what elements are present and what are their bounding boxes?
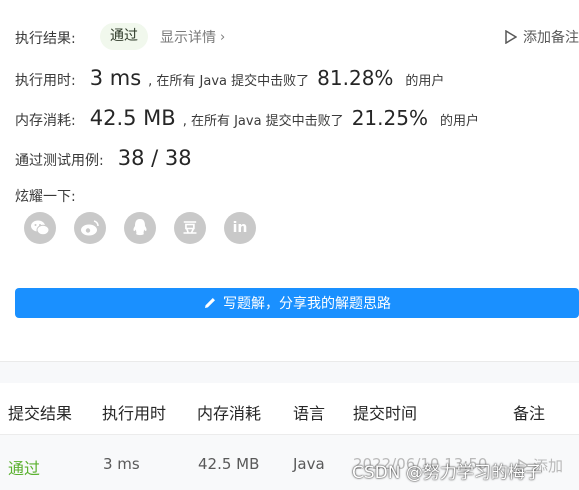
memory-row: 内存消耗: 42.5 MB , 在所有 Java 提交中击败了 21.25% 的… (15, 106, 479, 130)
row-language: Java (293, 455, 325, 473)
tests-row: 通过测试用例: 38 / 38 (15, 146, 199, 170)
memory-label: 内存消耗: (15, 113, 76, 129)
add-note-button[interactable]: 添加备注 (505, 27, 579, 47)
runtime-mid-text: , 在所有 Java 提交中击败了 (148, 74, 310, 89)
add-note-label: 添加备注 (523, 30, 579, 46)
header-memory: 内存消耗 (197, 404, 262, 423)
memory-tail-text: 的用户 (439, 114, 479, 129)
table-header: 提交结果 执行用时 内存消耗 语言 提交时间 备注 (0, 383, 579, 435)
memory-value: 42.5 MB (89, 106, 176, 130)
status-row: 执行结果: (15, 28, 76, 48)
header-time: 提交时间 (353, 404, 418, 423)
status-badge: 通过 (100, 23, 148, 50)
linkedin-icon[interactable]: in (224, 212, 256, 244)
row-runtime: 3 ms (103, 455, 140, 473)
weibo-icon[interactable] (74, 212, 106, 244)
chevron-right-icon: › (220, 29, 226, 45)
pencil-icon (205, 298, 215, 308)
share-title: 炫耀一下: (15, 189, 76, 205)
show-details-link[interactable]: 显示详情 › (160, 27, 225, 47)
result-card: 执行结果: 通过 显示详情 › 添加备注 执行用时: 3 ms , 在所有 Ja… (0, 0, 579, 362)
memory-percent: 21.25% (351, 106, 428, 130)
tests-value: 38 / 38 (117, 146, 192, 170)
header-result: 提交结果 (8, 404, 73, 423)
row-memory: 42.5 MB (198, 455, 260, 473)
watermark: CSDN @努力学习的梅子 (352, 463, 542, 483)
header-runtime: 执行用时 (102, 404, 167, 423)
share-icons: 豆 in (24, 212, 274, 244)
write-solution-button[interactable]: 写题解，分享我的解题思路 (15, 288, 579, 318)
douban-icon[interactable]: 豆 (174, 212, 206, 244)
header-note: 备注 (513, 404, 546, 423)
row-result[interactable]: 通过 (8, 455, 40, 479)
runtime-row: 执行用时: 3 ms , 在所有 Java 提交中击败了 81.28% 的用户 (15, 66, 444, 90)
write-solution-label: 写题解，分享我的解题思路 (223, 296, 391, 312)
runtime-percent: 81.28% (317, 66, 394, 90)
tests-label: 通过测试用例: (15, 153, 104, 169)
runtime-value: 3 ms (89, 66, 142, 90)
memory-mid-text: , 在所有 Java 提交中击败了 (182, 114, 344, 129)
runtime-label: 执行用时: (15, 73, 76, 89)
play-icon (505, 30, 517, 44)
show-details-label: 显示详情 (160, 30, 216, 46)
qq-icon[interactable] (124, 212, 156, 244)
header-language: 语言 (293, 404, 326, 423)
wechat-icon[interactable] (24, 212, 56, 244)
status-label: 执行结果: (15, 31, 76, 47)
runtime-tail-text: 的用户 (405, 74, 445, 89)
